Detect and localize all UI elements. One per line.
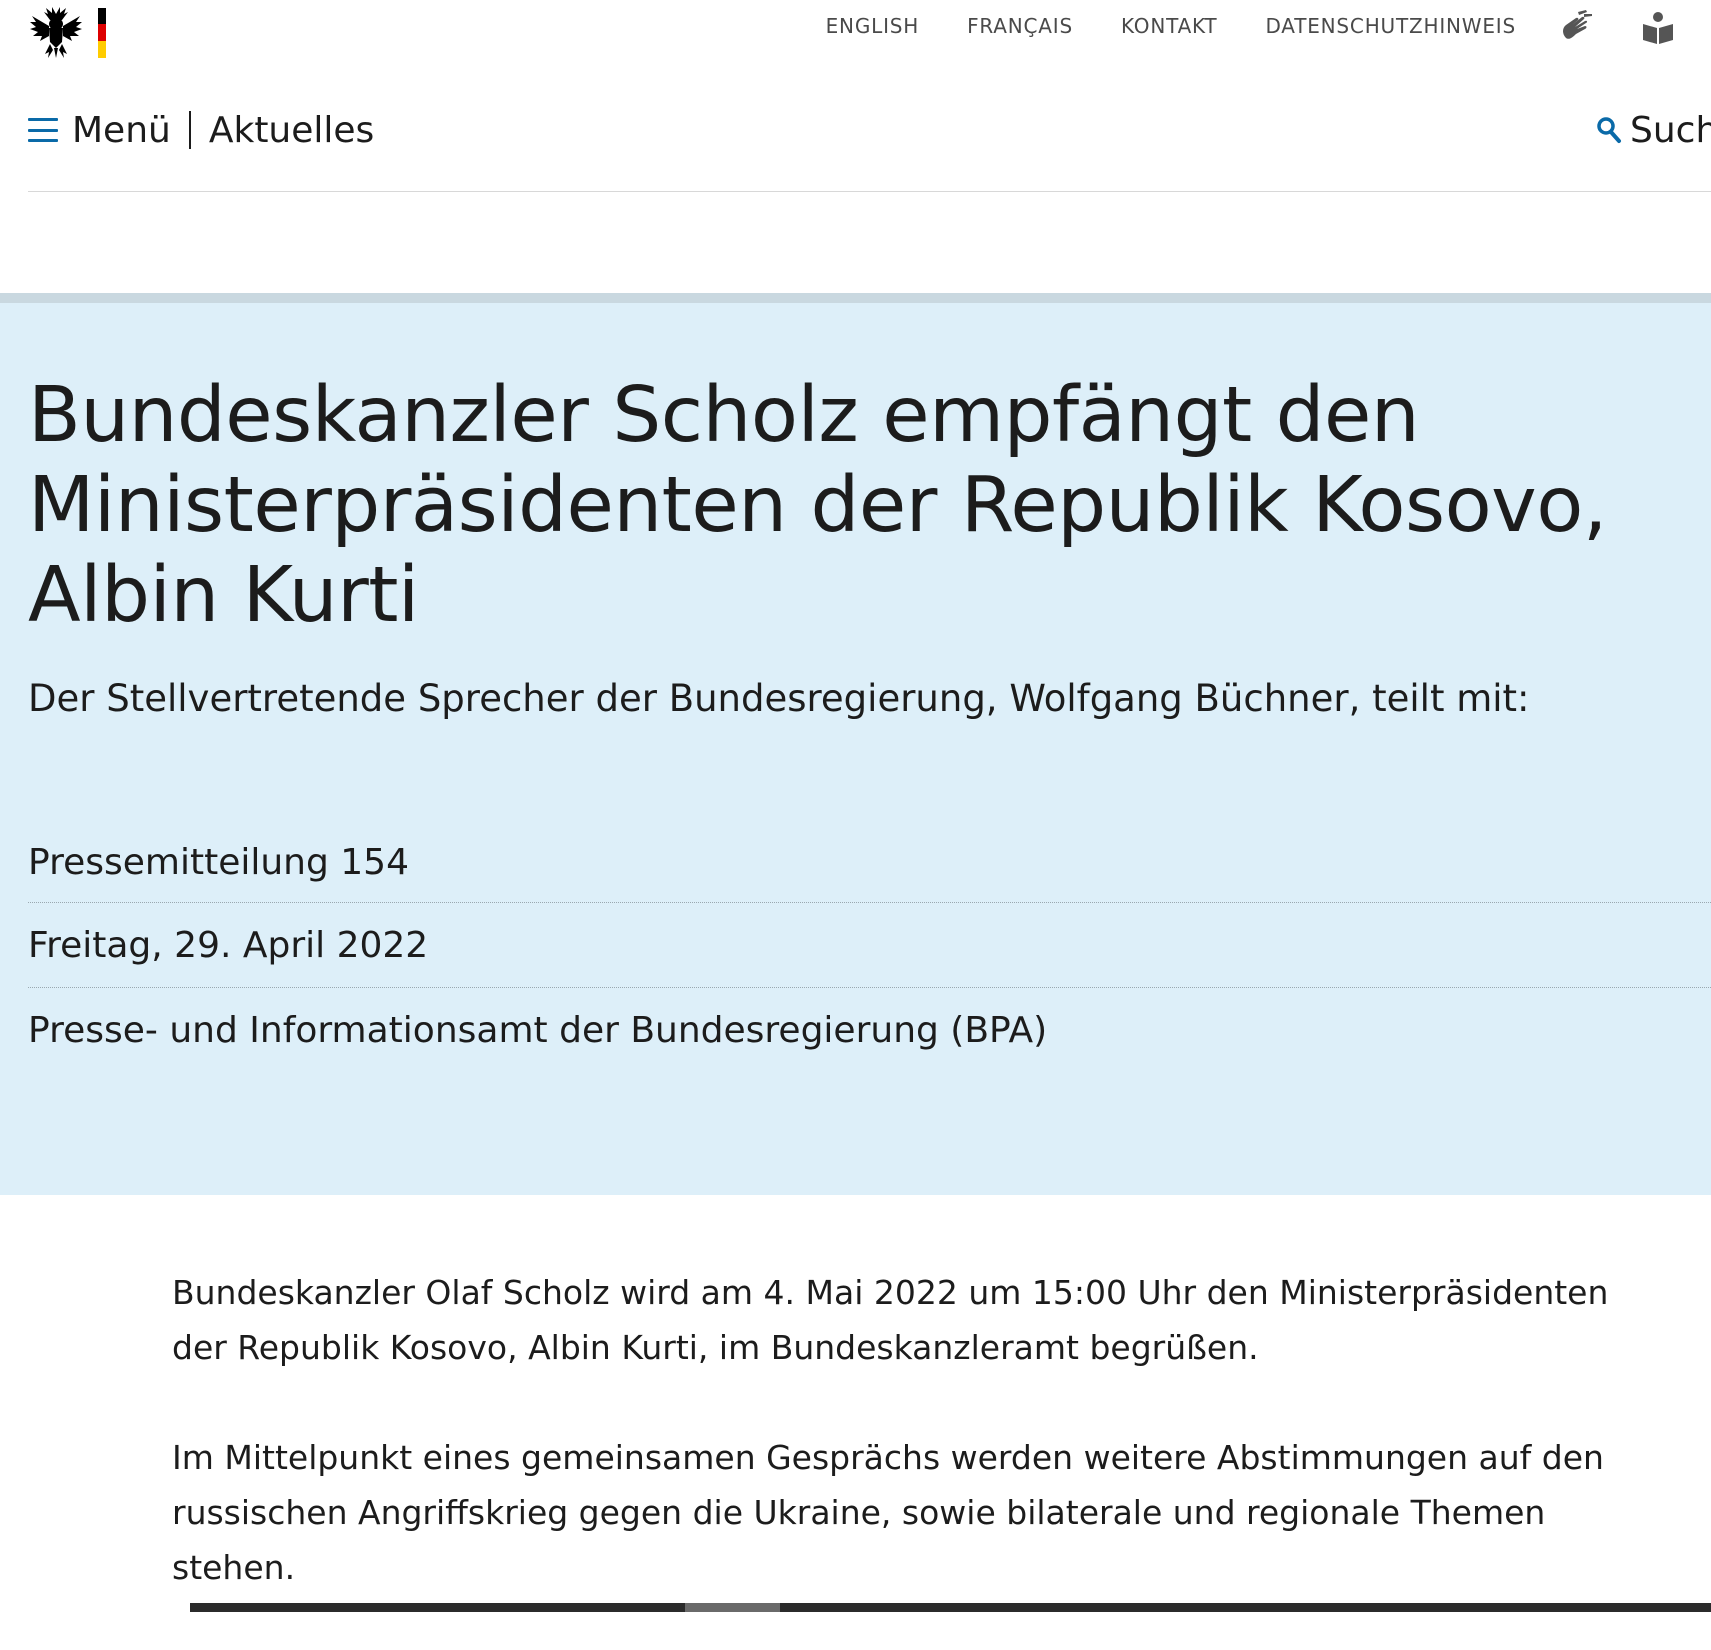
nav-english-link[interactable]: ENGLISH: [826, 14, 919, 38]
easy-language-icon[interactable]: [1638, 8, 1678, 48]
press-release-number: Pressemitteilung 154: [28, 823, 1711, 903]
page-subtitle: Der Stellvertretende Sprecher der Bundes…: [28, 677, 1530, 720]
search-icon: [1597, 117, 1621, 143]
hero-top-strip: [0, 293, 1711, 303]
press-release-date: Freitag, 29. April 2022: [28, 903, 1711, 988]
top-bar: ENGLISH FRANÇAIS KONTAKT DATENSCHUTZHINW…: [0, 0, 1711, 60]
page-title: Bundeskanzler Scholz empfängt den Minist…: [28, 371, 1607, 640]
menu-label: Menü: [72, 109, 171, 151]
hamburger-icon: [28, 118, 58, 142]
press-release-publisher: Presse- und Informationsamt der Bundesre…: [28, 1010, 1048, 1051]
sign-language-icon[interactable]: [1556, 8, 1596, 48]
main-menu-bar: Menü Aktuelles: [28, 100, 374, 160]
bottom-bar: [190, 1603, 1711, 1612]
section-label[interactable]: Aktuelles: [209, 110, 374, 151]
menu-button[interactable]: Menü: [28, 110, 171, 151]
menu-divider: [28, 191, 1711, 192]
hero-section: Bundeskanzler Scholz empfängt den Minist…: [0, 303, 1711, 1195]
nav-kontakt-link[interactable]: KONTAKT: [1121, 14, 1217, 38]
top-nav: ENGLISH FRANÇAIS KONTAKT DATENSCHUTZHINW…: [826, 14, 1516, 38]
article-body: Bundeskanzler Olaf Scholz wird am 4. Mai…: [172, 1265, 1612, 1650]
federal-eagle-icon: [30, 7, 106, 58]
article-paragraph: Bundeskanzler Olaf Scholz wird am 4. Mai…: [172, 1273, 1609, 1367]
bottom-bar-segment: [685, 1603, 780, 1612]
menu-separator: [188, 111, 191, 149]
press-meta-list: Pressemitteilung 154 Freitag, 29. April …: [28, 823, 1711, 1073]
search-button[interactable]: Such: [1596, 100, 1711, 160]
article-paragraph: Im Mittelpunkt eines gemeinsamen Gespräc…: [172, 1438, 1604, 1587]
home-logo-link[interactable]: [28, 6, 110, 60]
nav-francais-link[interactable]: FRANÇAIS: [967, 14, 1073, 38]
search-label: Such: [1630, 109, 1711, 151]
nav-datenschutz-link[interactable]: DATENSCHUTZHINWEIS: [1265, 14, 1516, 38]
